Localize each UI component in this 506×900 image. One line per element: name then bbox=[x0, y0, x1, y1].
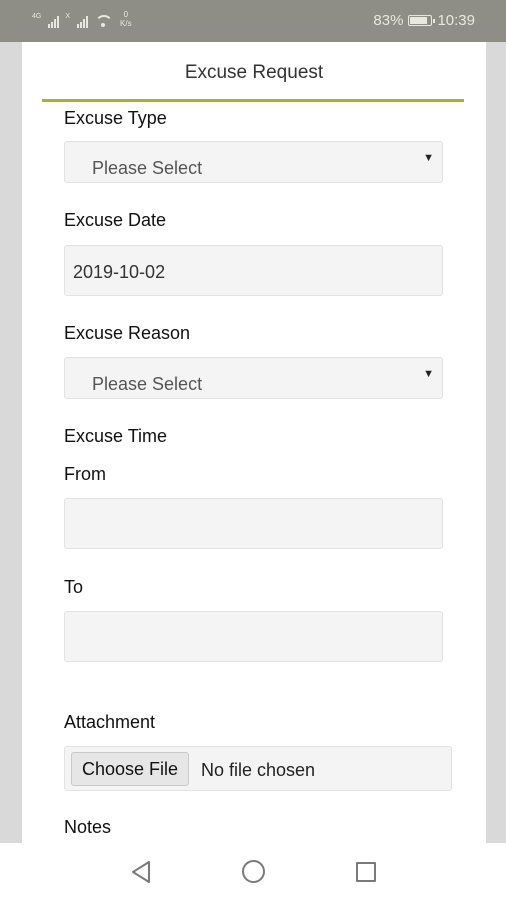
excuse-request-page: Excuse Request Excuse Type Please Select… bbox=[22, 42, 486, 843]
system-nav-bar bbox=[0, 843, 506, 900]
attachment-label: Attachment bbox=[64, 712, 156, 732]
attachment-file-input[interactable]: Choose File No file chosen bbox=[64, 746, 452, 791]
to-label: To bbox=[64, 577, 84, 597]
network-speed: 0 K/s bbox=[120, 10, 132, 28]
excuse-date-label: Excuse Date bbox=[64, 210, 167, 230]
file-status: No file chosen bbox=[201, 760, 316, 780]
caret-down-icon: ▼ bbox=[423, 152, 434, 164]
notes-label: Notes bbox=[64, 817, 112, 837]
status-right: 83% 10:39 bbox=[373, 12, 475, 29]
battery-icon bbox=[408, 15, 436, 26]
caret-down-icon: ▼ bbox=[423, 368, 434, 380]
triangle-back-icon[interactable] bbox=[130, 860, 152, 884]
excuse-reason-select[interactable]: Please Select ▼ bbox=[64, 357, 443, 399]
signal-icon bbox=[48, 14, 60, 28]
status-left: 4G X 0 K/s bbox=[32, 10, 132, 28]
excuse-reason-value: Please Select bbox=[92, 374, 203, 394]
speed-value: 0 bbox=[123, 10, 129, 19]
choose-file-button[interactable]: Choose File bbox=[71, 752, 190, 786]
excuse-type-value: Please Select bbox=[92, 158, 203, 178]
excuse-date-value: 2019-10-02 bbox=[73, 262, 166, 282]
square-recent-icon[interactable] bbox=[356, 862, 376, 882]
from-time-input[interactable] bbox=[64, 498, 443, 549]
excuse-date-input[interactable]: 2019-10-02 bbox=[64, 245, 443, 296]
page-title: Excuse Request bbox=[184, 62, 324, 83]
excuse-time-label: Excuse Time bbox=[64, 426, 168, 446]
header-divider bbox=[42, 99, 464, 102]
clock: 10:39 bbox=[437, 12, 475, 29]
battery-percent: 83% bbox=[373, 12, 404, 29]
to-time-input[interactable] bbox=[64, 611, 443, 662]
circle-home-icon[interactable] bbox=[242, 860, 265, 883]
excuse-type-label: Excuse Type bbox=[64, 108, 167, 128]
network-tag-2: X bbox=[65, 13, 71, 20]
excuse-type-select[interactable]: Please Select ▼ bbox=[64, 141, 443, 183]
excuse-reason-label: Excuse Reason bbox=[64, 323, 191, 343]
signal-icon-2 bbox=[77, 14, 89, 28]
from-label: From bbox=[64, 464, 106, 484]
wifi-icon bbox=[94, 14, 112, 28]
status-bar: 4G X 0 K/s 83% 10:39 bbox=[0, 0, 506, 42]
speed-unit: K/s bbox=[120, 19, 132, 28]
network-tag-1: 4G bbox=[32, 13, 42, 20]
